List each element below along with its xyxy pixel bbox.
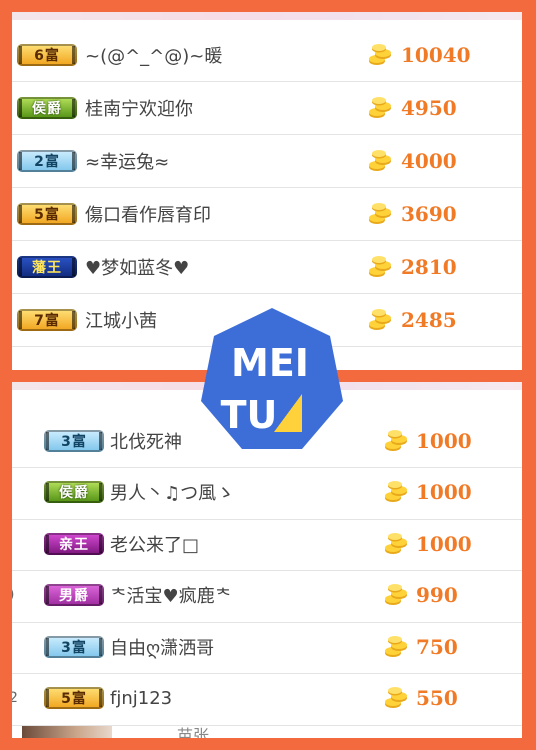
user-name[interactable]: ᅕ活宝♥疯鹿ᅕ xyxy=(110,582,231,608)
rank-title-badge: 2富 xyxy=(17,149,77,172)
score-value: 1000 xyxy=(416,480,472,504)
gold-coins-icon xyxy=(368,149,392,172)
score-value: 4950 xyxy=(401,95,457,120)
score-value: 1000 xyxy=(416,531,472,556)
gold-coins-icon xyxy=(384,635,408,658)
rank-title-badge: 7富 xyxy=(17,308,77,331)
score-value: 750 xyxy=(416,634,458,659)
score-value: 10040 xyxy=(401,42,471,67)
gold-coins-icon xyxy=(384,532,408,555)
score-value: 2810 xyxy=(401,254,457,279)
logo-text-line1: MEI xyxy=(231,341,309,385)
user-name[interactable]: 老公来了□ xyxy=(110,531,199,557)
score-value: 990 xyxy=(416,583,458,607)
rank-title-badge: 侯爵 xyxy=(17,96,77,119)
rank-number-fragment: 2 xyxy=(12,690,18,706)
rank-title-badge: 5富 xyxy=(44,687,104,709)
score-value: 2485 xyxy=(401,307,457,332)
score-value: 4000 xyxy=(401,148,457,173)
gold-coins-icon xyxy=(368,255,392,278)
partial-user-name: 苗张 xyxy=(177,726,210,738)
user-name[interactable]: 桂南宁欢迎你 xyxy=(85,95,193,121)
user-name[interactable]: ♥梦如蓝冬♥ xyxy=(85,254,189,280)
ranking-row[interactable]: 侯爵 桂南宁欢迎你 4950 xyxy=(12,81,522,135)
ranking-row[interactable]: ) 男爵 ᅕ活宝♥疯鹿ᅕ 990 xyxy=(12,569,522,623)
rank-title-badge: 3富 xyxy=(44,635,104,658)
partial-list-item[interactable]: 苗张 xyxy=(12,720,522,738)
user-name[interactable]: ~(@^_^@)~暖 xyxy=(85,42,222,68)
rank-title-badge: 5富 xyxy=(17,202,77,225)
rank-title-badge: 6富 xyxy=(17,43,77,66)
avatar xyxy=(22,726,112,738)
top-panel-header-strip xyxy=(12,12,522,20)
ranking-row[interactable]: 侯爵 男人丶♫つ風ゝ 1000 xyxy=(12,466,522,520)
gold-coins-icon xyxy=(384,481,408,503)
user-name[interactable]: ≈幸运兔≈ xyxy=(85,148,169,174)
gold-coins-icon xyxy=(368,96,392,119)
logo-text-line2: TU xyxy=(221,393,278,437)
gold-coins-icon xyxy=(384,584,408,606)
gold-coins-icon xyxy=(368,308,392,331)
gold-coins-icon xyxy=(368,43,392,66)
score-value: 550 xyxy=(416,686,458,710)
meitu-watermark-logo: MEI TU xyxy=(201,308,343,449)
rank-title-badge: 3富 xyxy=(44,429,104,452)
ranking-row[interactable]: 2富 ≈幸运兔≈ 4000 xyxy=(12,134,522,188)
user-name[interactable]: 江城小茜 xyxy=(85,307,157,333)
ranking-row[interactable]: 3富 自由ღ潇洒哥 750 xyxy=(12,620,522,674)
score-value: 1000 xyxy=(416,428,472,453)
ranking-row[interactable]: 亲王 老公来了□ 1000 xyxy=(12,517,522,571)
score-value: 3690 xyxy=(401,201,457,226)
user-name[interactable]: 男人丶♫つ風ゝ xyxy=(110,479,234,505)
ranking-row[interactable]: 6富 ~(@^_^@)~暖 10040 xyxy=(12,28,522,82)
ranking-row[interactable]: 2 5富 fjnj123 550 xyxy=(12,672,522,726)
user-name[interactable]: 自由ღ潇洒哥 xyxy=(110,634,214,660)
user-name[interactable]: fjnj123 xyxy=(110,688,172,709)
rank-number-fragment: ) xyxy=(12,587,14,603)
gold-coins-icon xyxy=(368,202,392,225)
ranking-row[interactable]: 5富 傷口看作唇育印 3690 xyxy=(12,187,522,241)
rank-title-badge: 侯爵 xyxy=(44,481,104,503)
rank-title-badge: 藩王 xyxy=(17,255,77,278)
gold-coins-icon xyxy=(384,429,408,452)
user-name[interactable]: 北伐死神 xyxy=(110,428,182,454)
rank-title-badge: 亲王 xyxy=(44,532,104,555)
ranking-row[interactable]: 藩王 ♥梦如蓝冬♥ 2810 xyxy=(12,240,522,294)
rank-title-badge: 男爵 xyxy=(44,584,104,606)
gold-coins-icon xyxy=(384,687,408,709)
user-name[interactable]: 傷口看作唇育印 xyxy=(85,201,211,227)
